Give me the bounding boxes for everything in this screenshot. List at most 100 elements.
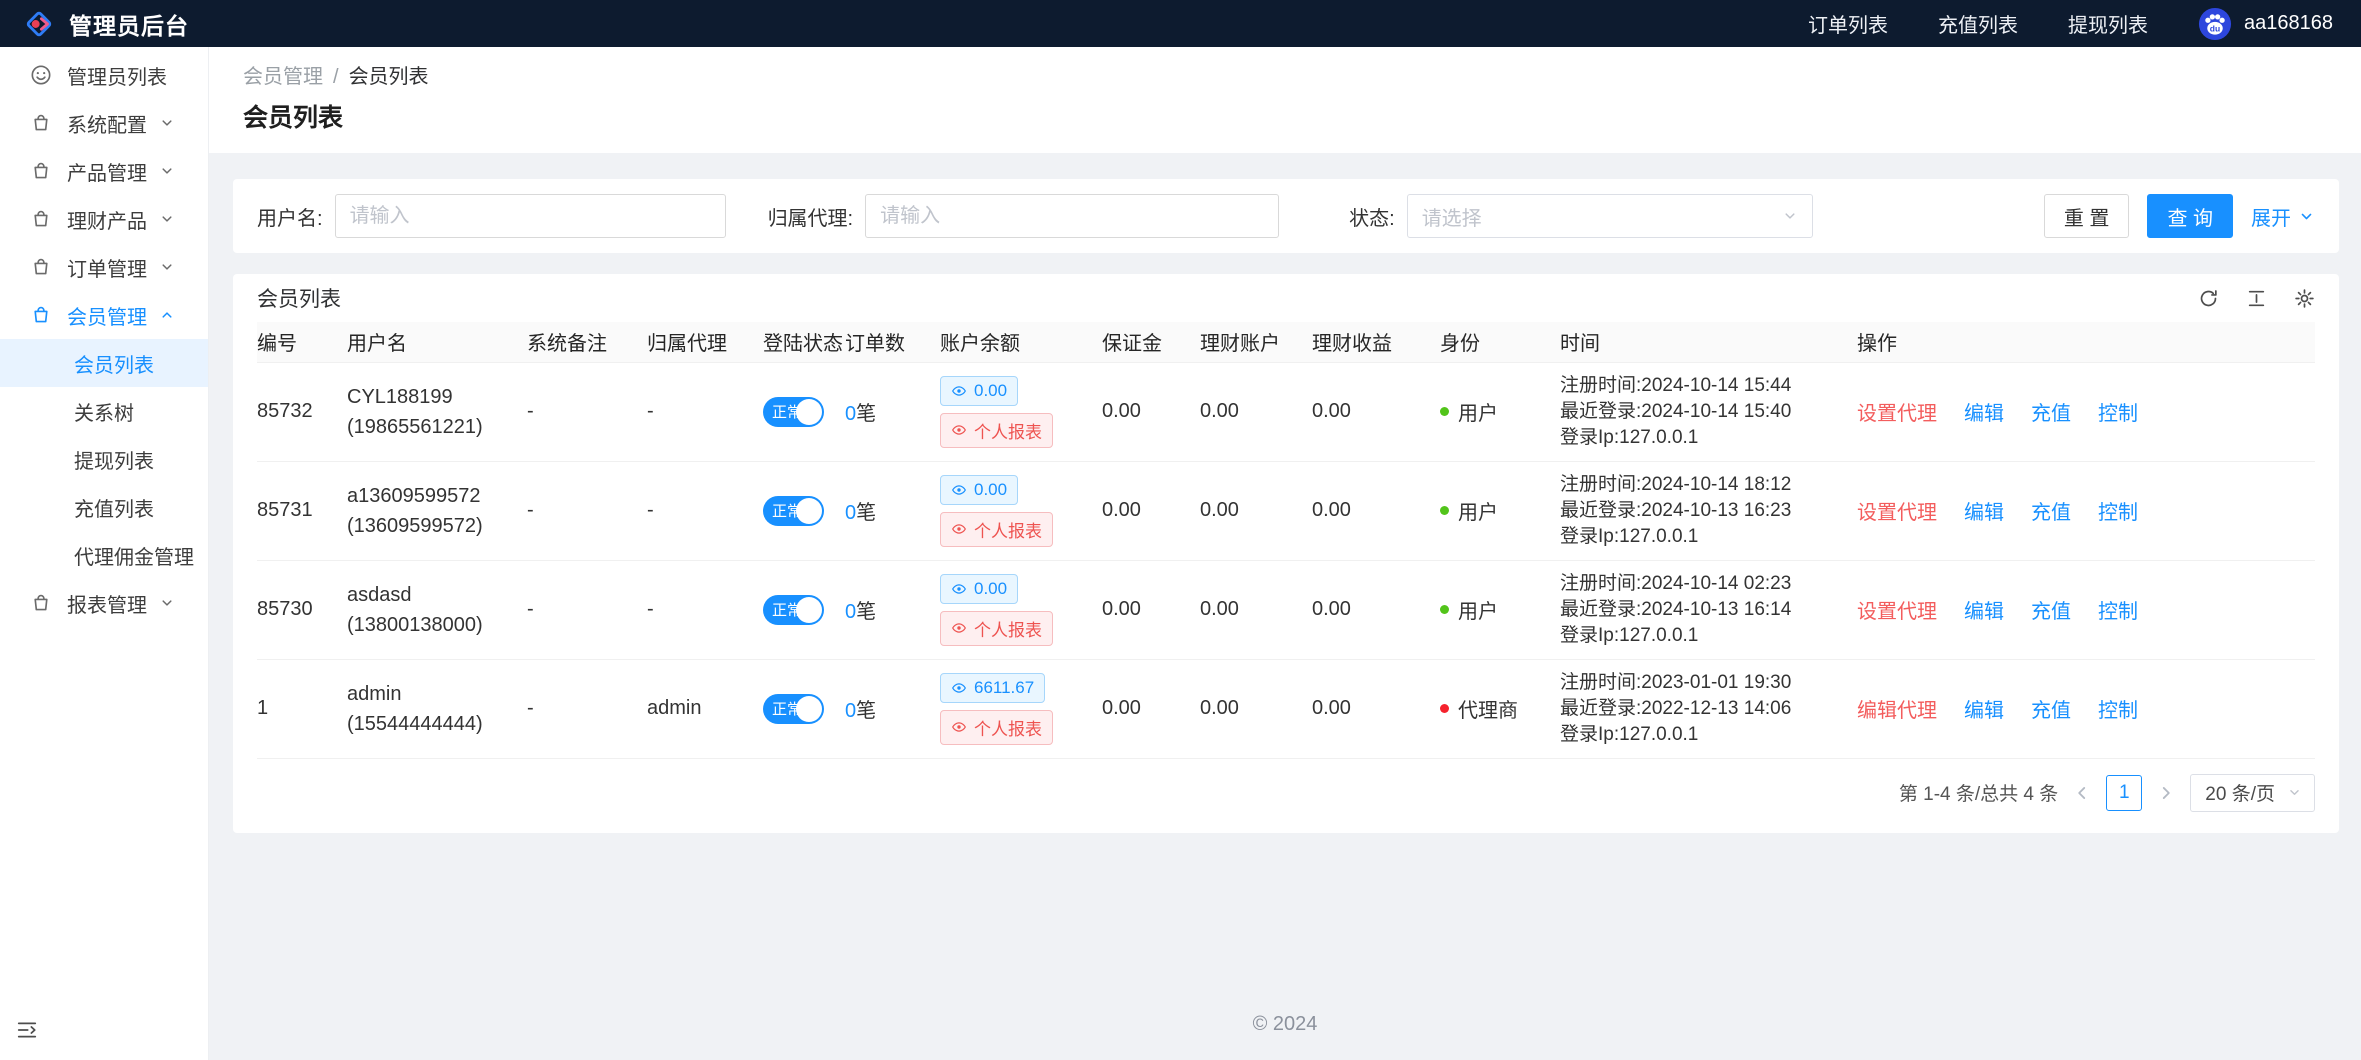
sidebar-subitem-agent-commission[interactable]: 代理佣金管理 (0, 531, 208, 579)
chevron-up-icon (159, 307, 175, 323)
bag-icon (30, 592, 52, 614)
orders-unit: 笔 (856, 700, 876, 722)
phone: (13609599572) (347, 511, 517, 541)
action-edit[interactable]: 编辑 (1964, 502, 2004, 524)
role-badge: 用户 (1440, 595, 1550, 624)
next-page-button[interactable] (2157, 784, 2175, 802)
login-status-toggle[interactable]: 正常 (763, 595, 824, 625)
time-cell: 注册时间:2024-10-14 15:44最近登录:2024-10-14 15:… (1560, 362, 1857, 461)
navbar-link[interactable]: 订单列表 (1808, 9, 1888, 38)
navbar-link[interactable]: 充值列表 (1938, 9, 2018, 38)
menu-fold-icon[interactable] (16, 1019, 38, 1046)
balance-cell: 0.00 个人报表 (940, 362, 1102, 461)
agent-cell: admin (647, 659, 763, 758)
column-header: 操作 (1857, 322, 2315, 362)
action-recharge[interactable]: 充值 (2031, 700, 2071, 722)
time-line: 登录Ip:127.0.0.1 (1560, 623, 1847, 649)
table-row: 85732CYL188199(19865561221)--正常0笔0.00个人报… (257, 362, 2315, 461)
action-control[interactable]: 控制 (2098, 403, 2138, 425)
personal-report-badge[interactable]: 个人报表 (940, 512, 1053, 547)
personal-report-badge[interactable]: 个人报表 (940, 611, 1053, 646)
login-status-cell: 正常 (763, 362, 845, 461)
status-filter-select[interactable]: 请选择 (1407, 194, 1813, 238)
action-control[interactable]: 控制 (2098, 700, 2138, 722)
member-id: 85730 (257, 560, 347, 659)
action-edit[interactable]: 编辑 (1964, 700, 2004, 722)
balance-badge[interactable]: 0.00 (940, 475, 1018, 505)
action-edit[interactable]: 编辑 (1964, 403, 2004, 425)
action-edit[interactable]: 编辑 (1964, 601, 2004, 623)
login-status-toggle[interactable]: 正常 (763, 397, 824, 427)
sidebar-subitem-relation-tree[interactable]: 关系树 (0, 387, 208, 435)
time-line: 最近登录:2022-12-13 14:06 (1560, 696, 1847, 722)
sidebar-subitem-recharge-list[interactable]: 充值列表 (0, 483, 208, 531)
login-status-toggle[interactable]: 正常 (763, 496, 824, 526)
sidebar-subitem-withdraw-list[interactable]: 提现列表 (0, 435, 208, 483)
chevron-down-icon (159, 163, 175, 179)
report-label: 个人报表 (974, 616, 1042, 641)
chevron-down-icon (159, 259, 175, 275)
action-recharge[interactable]: 充值 (2031, 403, 2071, 425)
personal-report-badge[interactable]: 个人报表 (940, 710, 1053, 745)
phone: (19865561221) (347, 412, 517, 442)
action-control[interactable]: 控制 (2098, 601, 2138, 623)
system-remark-cell: - (527, 461, 647, 560)
chevron-down-icon (159, 595, 175, 611)
action-set-agent[interactable]: 设置代理 (1857, 502, 1937, 524)
login-status-cell: 正常 (763, 659, 845, 758)
sidebar-item-admin-list[interactable]: 管理员列表 (0, 51, 208, 99)
personal-report-badge[interactable]: 个人报表 (940, 413, 1053, 448)
toggle-knob (796, 597, 822, 623)
sidebar-subitem-member-list[interactable]: 会员列表 (0, 339, 208, 387)
action-set-agent[interactable]: 设置代理 (1857, 403, 1937, 425)
sidebar-item-system-config[interactable]: 系统配置 (0, 99, 208, 147)
page-size-select[interactable]: 20 条/页 (2190, 774, 2315, 812)
member-id: 85731 (257, 461, 347, 560)
username-filter-input[interactable] (335, 194, 726, 238)
reset-button[interactable]: 重 置 (2044, 194, 2130, 238)
action-recharge[interactable]: 充值 (2031, 601, 2071, 623)
agent-filter-input[interactable] (865, 194, 1279, 238)
time-line: 登录Ip:127.0.0.1 (1560, 524, 1847, 550)
balance-badge[interactable]: 6611.67 (940, 673, 1045, 703)
action-control[interactable]: 控制 (2098, 502, 2138, 524)
sidebar-item-finance-product[interactable]: 理财产品 (0, 195, 208, 243)
expand-link[interactable]: 展开 (2251, 202, 2315, 231)
user-menu[interactable]: du aa168168 (2198, 7, 2333, 41)
action-set-agent[interactable]: 设置代理 (1857, 601, 1937, 623)
balance-badge[interactable]: 0.00 (940, 574, 1018, 604)
member-table: 编号用户名系统备注归属代理登陆状态订单数账户余额保证金理财账户理财收益身份时间操… (257, 322, 2315, 759)
bag-icon (30, 208, 52, 230)
sidebar-item-product-manage[interactable]: 产品管理 (0, 147, 208, 195)
username: aa168168 (2244, 12, 2333, 35)
page-header: 会员管理 / 会员列表 会员列表 (209, 47, 2361, 153)
sidebar-item-member-manage[interactable]: 会员管理 (0, 291, 208, 339)
badge-stack: 6611.67 个人报表 (940, 673, 1092, 745)
refresh-icon[interactable] (2198, 288, 2219, 309)
username-cell: admin(15544444444) (347, 659, 527, 758)
density-icon[interactable] (2246, 288, 2267, 309)
sidebar-item-report-manage[interactable]: 报表管理 (0, 579, 208, 627)
page-number-button[interactable]: 1 (2106, 775, 2142, 811)
breadcrumb-parent[interactable]: 会员管理 (243, 65, 323, 89)
username: asdasd (347, 580, 517, 610)
prev-page-button[interactable] (2073, 784, 2091, 802)
report-label: 个人报表 (974, 715, 1042, 740)
action-recharge[interactable]: 充值 (2031, 502, 2071, 524)
breadcrumb-current: 会员列表 (349, 65, 429, 89)
action-edit-agent[interactable]: 编辑代理 (1857, 700, 1937, 722)
sidebar-item-order-manage[interactable]: 订单管理 (0, 243, 208, 291)
login-status-toggle[interactable]: 正常 (763, 694, 824, 724)
filter-panel: 用户名: 归属代理: 状态: 请选择 重 置 查 询 (233, 179, 2339, 253)
column-header: 时间 (1560, 322, 1857, 362)
settings-gear-icon[interactable] (2294, 288, 2315, 309)
time-line: 最近登录:2024-10-13 16:14 (1560, 597, 1847, 623)
column-header: 编号 (257, 322, 347, 362)
balance-value: 0.00 (974, 579, 1007, 599)
balance-badge[interactable]: 0.00 (940, 376, 1018, 406)
eye-icon (951, 482, 967, 498)
search-button[interactable]: 查 询 (2147, 194, 2233, 238)
username-cell: CYL188199(19865561221) (347, 362, 527, 461)
navbar-link[interactable]: 提现列表 (2068, 9, 2148, 38)
time-cell: 注册时间:2023-01-01 19:30最近登录:2022-12-13 14:… (1560, 659, 1857, 758)
